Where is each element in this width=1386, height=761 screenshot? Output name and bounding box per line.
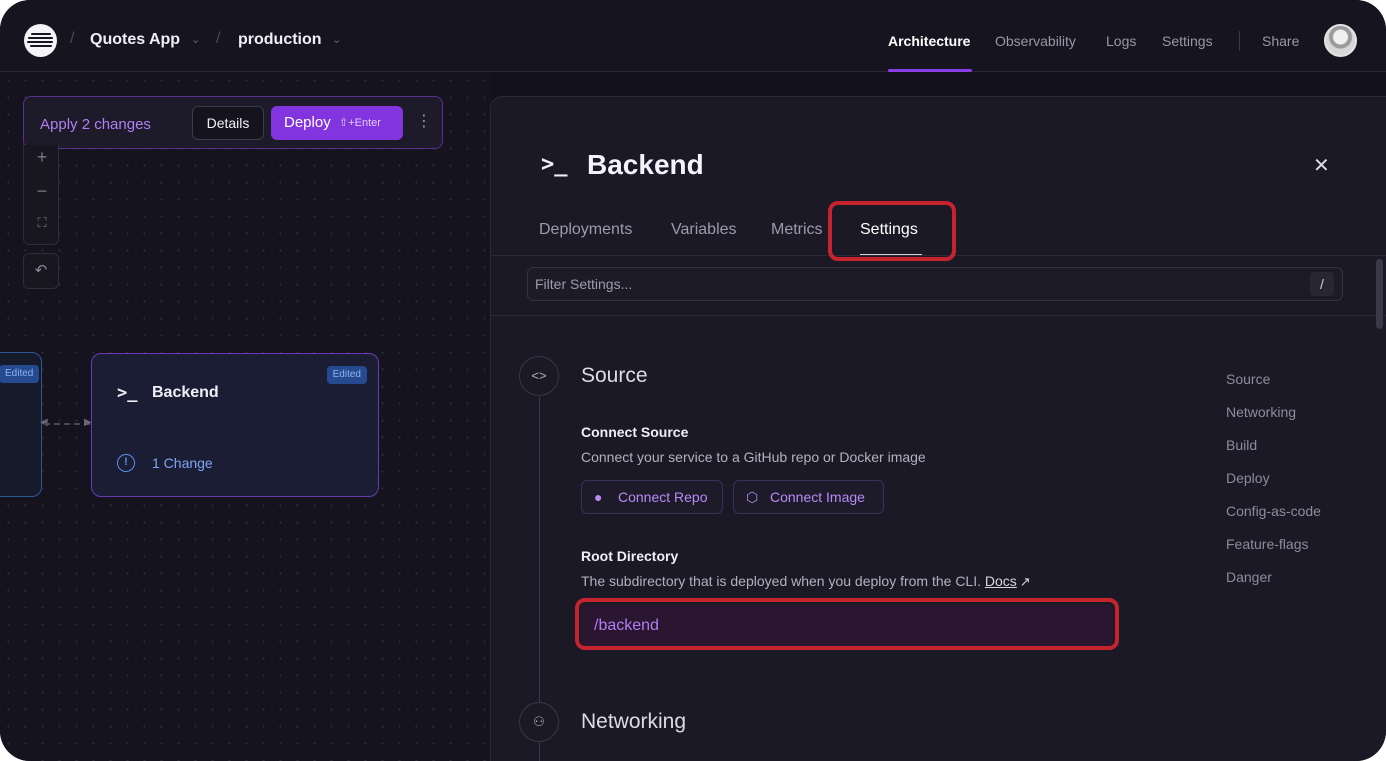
breadcrumb-project[interactable]: Quotes App xyxy=(90,31,180,49)
service-card-partial[interactable]: Edited xyxy=(0,352,42,497)
section-title-networking: Networking xyxy=(581,710,687,733)
side-nav-deploy[interactable]: Deploy xyxy=(1226,470,1270,486)
deploy-label: Deploy xyxy=(284,114,331,131)
external-link-icon: ↗ xyxy=(1019,574,1031,589)
connect-image-button[interactable]: ⬡ Connect Image xyxy=(733,480,884,514)
service-card-backend[interactable]: Edited >_ Backend ! 1 Change xyxy=(91,353,379,497)
tab-deployments[interactable]: Deployments xyxy=(539,221,632,239)
close-icon[interactable]: ✕ xyxy=(1313,153,1330,178)
cube-icon: ⬡ xyxy=(746,489,759,505)
chevron-down-icon[interactable]: ⌄ xyxy=(191,33,200,46)
edited-badge: Edited xyxy=(326,366,367,384)
side-nav-danger[interactable]: Danger xyxy=(1226,569,1272,585)
root-directory-highlight xyxy=(575,598,1119,650)
nav-architecture[interactable]: Architecture xyxy=(888,33,970,49)
filter-shortcut-key: / xyxy=(1310,272,1334,296)
service-change-count: 1 Change xyxy=(152,455,213,471)
filter-settings-input[interactable]: Filter Settings... / xyxy=(527,267,1343,301)
apply-changes-label[interactable]: Apply 2 changes xyxy=(40,116,151,133)
root-directory-label: Root Directory xyxy=(581,548,679,564)
staged-changes-bar: Apply 2 changes Details Deploy ⇧+Enter ⋮ xyxy=(23,96,443,149)
side-nav-build[interactable]: Build xyxy=(1226,437,1257,453)
side-nav-feature-flags[interactable]: Feature-flags xyxy=(1226,536,1308,552)
undo-icon[interactable]: ↶ xyxy=(23,253,59,289)
active-nav-indicator xyxy=(888,69,972,72)
more-options-icon[interactable]: ⋮ xyxy=(416,112,432,132)
nav-divider xyxy=(1239,31,1240,51)
nav-observability[interactable]: Observability xyxy=(995,33,1076,49)
service-panel: >_ Backend ✕ Deployments Variables Metri… xyxy=(490,96,1386,761)
deploy-button[interactable]: Deploy ⇧+Enter xyxy=(271,106,403,140)
details-button[interactable]: Details xyxy=(192,106,264,140)
top-navigation: / Quotes App ⌄ / production ⌄ Architectu… xyxy=(0,0,1386,72)
docs-link[interactable]: Docs xyxy=(985,573,1017,589)
network-icon: ⚇ xyxy=(519,702,559,742)
breadcrumb-environment[interactable]: production xyxy=(238,31,322,49)
share-button[interactable]: Share xyxy=(1262,33,1299,49)
zoom-controls: + − ⛶ xyxy=(23,145,59,245)
github-icon: ● xyxy=(594,489,603,505)
code-icon: <> xyxy=(519,356,559,396)
side-nav-networking[interactable]: Networking xyxy=(1226,404,1296,420)
tab-metrics[interactable]: Metrics xyxy=(771,221,823,239)
connect-repo-button[interactable]: ● Connect Repo xyxy=(581,480,723,514)
connect-image-label: Connect Image xyxy=(770,489,865,505)
avatar[interactable] xyxy=(1324,24,1357,57)
breadcrumb-separator: / xyxy=(216,30,221,47)
section-title-source: Source xyxy=(581,364,648,387)
zoom-out-icon[interactable]: − xyxy=(24,181,60,202)
panel-title: Backend xyxy=(587,149,704,180)
connect-source-description: Connect your service to a GitHub repo or… xyxy=(581,449,926,465)
side-nav-config-as-code[interactable]: Config-as-code xyxy=(1226,503,1321,519)
deploy-shortcut: ⇧+Enter xyxy=(339,117,381,129)
fit-view-icon[interactable]: ⛶ xyxy=(24,215,60,231)
service-title: Backend xyxy=(152,384,219,401)
edited-badge: Edited xyxy=(0,365,40,383)
filter-placeholder: Filter Settings... xyxy=(535,276,633,292)
app-window: / Quotes App ⌄ / production ⌄ Architectu… xyxy=(0,0,1386,761)
chevron-down-icon[interactable]: ⌄ xyxy=(332,33,341,46)
tab-variables[interactable]: Variables xyxy=(671,221,737,239)
root-directory-description: The subdirectory that is deployed when y… xyxy=(581,573,1031,590)
root-directory-text: The subdirectory that is deployed when y… xyxy=(581,573,981,589)
railway-logo-icon[interactable] xyxy=(24,24,57,57)
breadcrumb-separator: / xyxy=(70,30,75,47)
side-nav-source[interactable]: Source xyxy=(1226,371,1270,387)
info-icon: ! xyxy=(117,454,135,472)
connect-source-label: Connect Source xyxy=(581,424,689,440)
zoom-in-icon[interactable]: + xyxy=(24,147,60,168)
scrollbar[interactable] xyxy=(1376,259,1383,329)
nav-logs[interactable]: Logs xyxy=(1106,33,1136,49)
divider xyxy=(491,315,1386,316)
terminal-icon: >_ xyxy=(541,152,568,177)
connect-repo-label: Connect Repo xyxy=(618,489,708,505)
nav-settings[interactable]: Settings xyxy=(1162,33,1213,49)
settings-tab-highlight xyxy=(828,201,956,261)
terminal-icon: >_ xyxy=(117,383,138,403)
